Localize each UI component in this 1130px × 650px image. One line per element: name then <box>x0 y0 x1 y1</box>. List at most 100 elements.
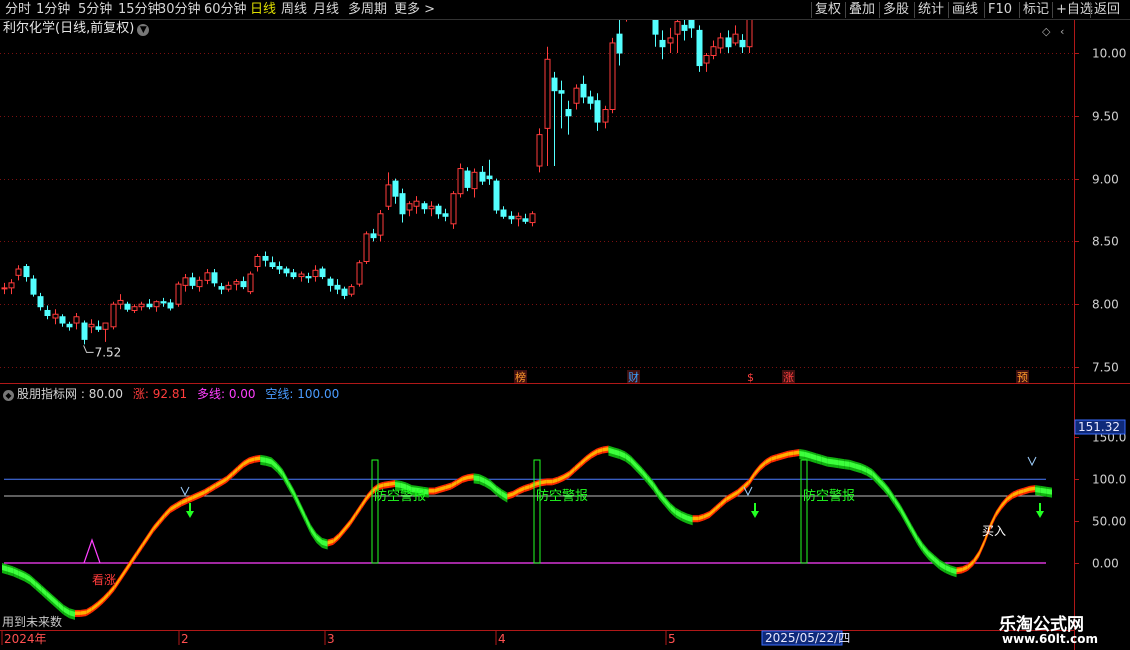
price-axis-label: 9.50 <box>1092 110 1119 124</box>
osc-axis-label: 100.0 <box>1092 473 1126 487</box>
candle-body <box>471 171 478 190</box>
candle-body <box>73 316 80 324</box>
date-label: 3 <box>327 632 335 646</box>
candle-body <box>225 284 232 290</box>
see-rise-label: 看涨 <box>92 572 116 587</box>
warning-label: 防空警报 <box>374 488 426 504</box>
candle-body <box>153 301 160 308</box>
candle-body <box>8 282 15 289</box>
ribbon-up-inner <box>74 611 81 615</box>
tab-6[interactable]: 日线 <box>250 1 276 19</box>
candle-body <box>609 42 616 111</box>
toolbar-button-5[interactable]: F10 <box>988 1 1012 19</box>
candle-body <box>681 24 688 31</box>
candle-body <box>124 303 131 310</box>
candle-body <box>746 20 753 48</box>
peak-marker <box>1027 456 1037 467</box>
candle-body <box>95 326 102 330</box>
tab-3[interactable]: 15分钟 <box>118 1 161 19</box>
chevron-down-icon[interactable]: ▼ <box>137 24 150 36</box>
candle-body <box>508 215 515 220</box>
ribbon-down-inner <box>395 482 401 488</box>
candle-body <box>602 109 609 123</box>
candle-body <box>283 268 290 274</box>
candle-body <box>204 272 211 281</box>
toolbar-divider <box>1090 2 1091 18</box>
toolbar-button-7[interactable]: +自选 <box>1056 1 1093 19</box>
candle-body <box>457 168 464 195</box>
candle-body <box>688 20 695 29</box>
indicator-menu-icon[interactable]: ◆ <box>3 390 14 401</box>
tab-7[interactable]: 周线 <box>281 1 307 19</box>
candle-body <box>696 29 703 67</box>
toolbar-button-1[interactable]: 叠加 <box>849 1 875 19</box>
candle-body <box>370 233 377 239</box>
toolbar-button-0[interactable]: 复权 <box>815 1 841 19</box>
toolbar-button-8[interactable]: 返回 <box>1094 1 1120 19</box>
candle-body <box>674 21 681 35</box>
candle-body <box>44 309 51 317</box>
candle-body <box>435 205 442 215</box>
candle-body <box>464 170 471 188</box>
candle-body <box>442 213 449 217</box>
candle-body <box>659 39 666 48</box>
event-marker: 预 <box>1017 371 1028 384</box>
candle-body <box>37 296 44 308</box>
candle-body <box>182 277 189 286</box>
candle-body <box>399 193 406 215</box>
short-label: 空线 <box>265 387 290 401</box>
tab-10[interactable]: 更多 > <box>394 1 435 19</box>
toolbar-button-6[interactable]: 标记 <box>1023 1 1049 19</box>
candle-body <box>211 272 218 284</box>
ribbon-down-inner <box>473 475 480 482</box>
ribbon-up-inner <box>546 479 553 484</box>
osc-axis-label: 0.00 <box>1092 557 1119 571</box>
candle-body <box>558 90 565 94</box>
toolbar-button-2[interactable]: 多股 <box>883 1 909 19</box>
tab-4[interactable]: 30分钟 <box>158 1 201 19</box>
down-arrow-icon <box>751 511 759 518</box>
date-label: 5 <box>668 632 676 646</box>
date-label: 4 <box>498 632 506 646</box>
peak-marker <box>180 486 190 497</box>
toolbar-button-3[interactable]: 统计 <box>918 1 944 19</box>
candle-body <box>717 37 724 49</box>
long-label: 多线 <box>196 387 221 401</box>
candle-body <box>88 323 95 328</box>
toolbar-divider <box>845 2 846 18</box>
candle-body <box>138 303 145 308</box>
candle-body <box>594 100 601 123</box>
tab-5[interactable]: 60分钟 <box>204 1 247 19</box>
rise-label: 涨 <box>132 387 145 401</box>
event-marker: $ <box>747 371 754 384</box>
osc-axis-label: 50.00 <box>1092 515 1126 529</box>
event-marker: 榜 <box>515 370 526 384</box>
ribbon-up-inner <box>979 539 985 556</box>
candle-body <box>356 262 363 285</box>
chart-area[interactable]: 12.5012.0011.5011.0010.5010.009.509.008.… <box>0 20 1130 650</box>
indicator-name: 股朋指标网 <box>17 387 78 401</box>
candle-body <box>421 203 428 210</box>
candle-body <box>587 96 594 104</box>
candle-body <box>392 180 399 197</box>
tab-0[interactable]: 分时 <box>5 1 31 19</box>
candle-body <box>652 20 659 35</box>
tab-8[interactable]: 月线 <box>313 1 339 19</box>
event-marker: 涨 <box>783 371 794 384</box>
price-axis-label: 7.50 <box>1092 361 1119 375</box>
candle-body <box>59 316 66 324</box>
toolbar-button-4[interactable]: 画线 <box>952 1 978 19</box>
candle-body <box>196 279 203 288</box>
candle-body <box>117 299 124 305</box>
candle-body <box>290 272 297 278</box>
tab-9[interactable]: 多周期 <box>348 1 387 19</box>
tab-1[interactable]: 1分钟 <box>36 1 70 19</box>
candle-body <box>667 37 674 44</box>
rise-value: 92.81 <box>152 387 188 401</box>
toolbar-divider <box>879 2 880 18</box>
candle-body <box>254 255 261 268</box>
tab-2[interactable]: 5分钟 <box>78 1 112 19</box>
candle-body <box>262 255 269 261</box>
toolbar-divider <box>1019 2 1020 18</box>
spike-marker <box>83 538 101 564</box>
